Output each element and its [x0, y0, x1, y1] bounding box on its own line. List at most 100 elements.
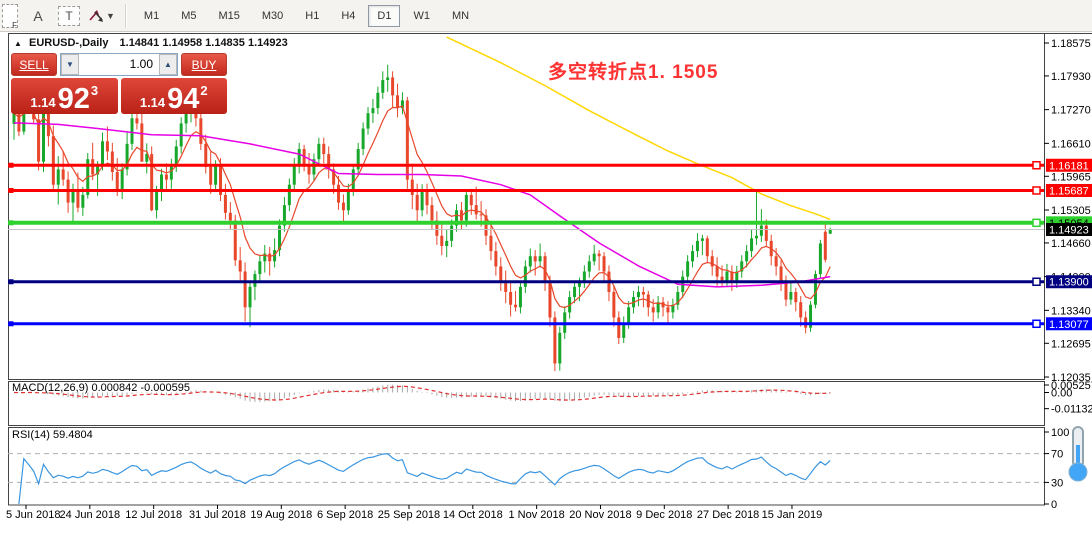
- candle-body: [598, 254, 601, 257]
- candle-body: [416, 195, 419, 210]
- candle-body: [234, 220, 237, 260]
- candle-body: [529, 256, 532, 266]
- timeframe-button-m1[interactable]: M1: [135, 5, 168, 27]
- date-label: 1 Nov 2018: [509, 509, 565, 521]
- text-label-tool-button[interactable]: A: [26, 4, 50, 28]
- toolbar: F A T ▼ M1M5M15M30H1H4D1W1MN: [0, 0, 1092, 32]
- rsi-indicator: [8, 454, 1044, 504]
- candle-body: [386, 77, 389, 80]
- price-tick-label: 1.15305: [1051, 205, 1091, 217]
- crosshair-tool-button[interactable]: F: [2, 4, 18, 28]
- candle-body: [494, 251, 497, 266]
- sell-price-prefix: 1.14: [30, 95, 55, 110]
- timeframe-button-d1[interactable]: D1: [368, 5, 400, 27]
- candle-body: [62, 169, 65, 179]
- date-label: 31 Jul 2018: [189, 509, 246, 521]
- candle-body: [371, 108, 374, 113]
- timeframe-button-m15[interactable]: M15: [209, 5, 248, 27]
- price-tick-label: 1.14660: [1051, 238, 1091, 250]
- buy-price-prefix: 1.14: [140, 95, 165, 110]
- price-badge-label: 1.13900: [1049, 277, 1089, 289]
- candle-body: [450, 226, 453, 241]
- candle-body: [666, 307, 669, 312]
- candle-body: [701, 238, 704, 241]
- candle-body: [784, 282, 787, 300]
- candle-body: [799, 302, 802, 317]
- horizontal-lines[interactable]: [8, 162, 1044, 328]
- timeframe-group: M1M5M15M30H1H4D1W1MN: [133, 5, 480, 27]
- candle-body: [588, 261, 591, 271]
- date-label: 15 Jan 2019: [762, 509, 823, 521]
- candle-body: [367, 113, 370, 128]
- sell-price-panel[interactable]: 1.14 92 3: [11, 78, 118, 114]
- candle-body: [750, 238, 753, 251]
- candle-body: [617, 317, 620, 337]
- macd-axis-label: 0.00: [1051, 388, 1072, 400]
- buy-price-panel[interactable]: 1.14 94 2: [121, 78, 228, 114]
- candle-body: [81, 195, 84, 208]
- candle-body: [376, 93, 379, 108]
- candle-body: [430, 205, 433, 220]
- buy-button[interactable]: BUY: [181, 53, 227, 76]
- candle-body: [160, 174, 163, 189]
- timeframe-button-mn[interactable]: MN: [443, 5, 478, 27]
- candle-body: [327, 154, 330, 169]
- date-axis: 5 Jun 201824 Jun 201812 Jul 201831 Jul 2…: [6, 505, 822, 521]
- rsi-panel: [9, 428, 1045, 506]
- timeframe-button-h1[interactable]: H1: [296, 5, 328, 27]
- candle-body: [755, 236, 758, 239]
- rsi-axis-label: 30: [1051, 477, 1063, 489]
- candle-body: [165, 174, 168, 179]
- candle-body: [140, 123, 143, 161]
- date-label: 6 Sep 2018: [317, 509, 373, 521]
- rsi-axis-label: 70: [1051, 449, 1063, 461]
- candle-body: [819, 243, 822, 274]
- candle-body: [352, 169, 355, 189]
- rsi-axis-label: 0: [1051, 499, 1057, 511]
- volume-increase-button[interactable]: ▲: [159, 54, 177, 75]
- candle-body: [725, 272, 728, 282]
- one-click-trading-panel: SELL ▼ 1.00 ▲ BUY 1.14 92 3 1.14 94 2: [11, 53, 227, 114]
- collapse-triangle-icon[interactable]: ▲: [14, 39, 22, 48]
- timeframe-button-h4[interactable]: H4: [332, 5, 364, 27]
- hline-right-marker: [1033, 219, 1040, 226]
- chevron-down-icon[interactable]: ▼: [106, 11, 115, 21]
- candle-body: [229, 213, 232, 221]
- diagonal-arrows-icon: [88, 9, 104, 23]
- candle-body: [627, 307, 630, 322]
- arrows-tool-button[interactable]: ▼: [88, 4, 115, 28]
- candle-body: [381, 80, 384, 93]
- candle-body: [391, 77, 394, 95]
- price-tick-label: 1.17930: [1051, 71, 1091, 83]
- candle-body: [612, 292, 615, 318]
- candle-body: [57, 169, 60, 184]
- price-axis: 1.185751.179301.172701.166101.159651.153…: [1044, 38, 1092, 384]
- rsi-label: RSI(14) 59.4804: [12, 429, 93, 441]
- date-label: 27 Dec 2018: [697, 509, 759, 521]
- hline-right-marker: [1033, 162, 1040, 169]
- timeframe-button-m5[interactable]: M5: [172, 5, 205, 27]
- candle-body: [514, 305, 517, 308]
- rsi-line: [19, 454, 830, 504]
- candle-body: [317, 144, 320, 159]
- text-tool-button[interactable]: T: [58, 6, 80, 26]
- candle-body: [293, 164, 296, 184]
- candle-body: [760, 226, 763, 236]
- hline-right-marker: [1033, 320, 1040, 327]
- candle-body: [342, 203, 345, 211]
- volume-input[interactable]: 1.00: [79, 54, 159, 75]
- timeframe-button-m30[interactable]: M30: [253, 5, 292, 27]
- sell-button[interactable]: SELL: [11, 53, 57, 76]
- symbol-period-label: EURUSD-,Daily: [29, 37, 108, 49]
- candle-body: [789, 292, 792, 300]
- candle-body: [593, 254, 596, 262]
- timeframe-button-w1[interactable]: W1: [404, 5, 439, 27]
- candle-body: [52, 136, 55, 185]
- candle-body: [691, 251, 694, 261]
- candle-body: [603, 256, 606, 271]
- candle-body: [558, 333, 561, 364]
- volume-decrease-button[interactable]: ▼: [61, 54, 79, 75]
- candle-body: [686, 261, 689, 276]
- candle-body: [765, 226, 768, 241]
- candle-body: [322, 144, 325, 154]
